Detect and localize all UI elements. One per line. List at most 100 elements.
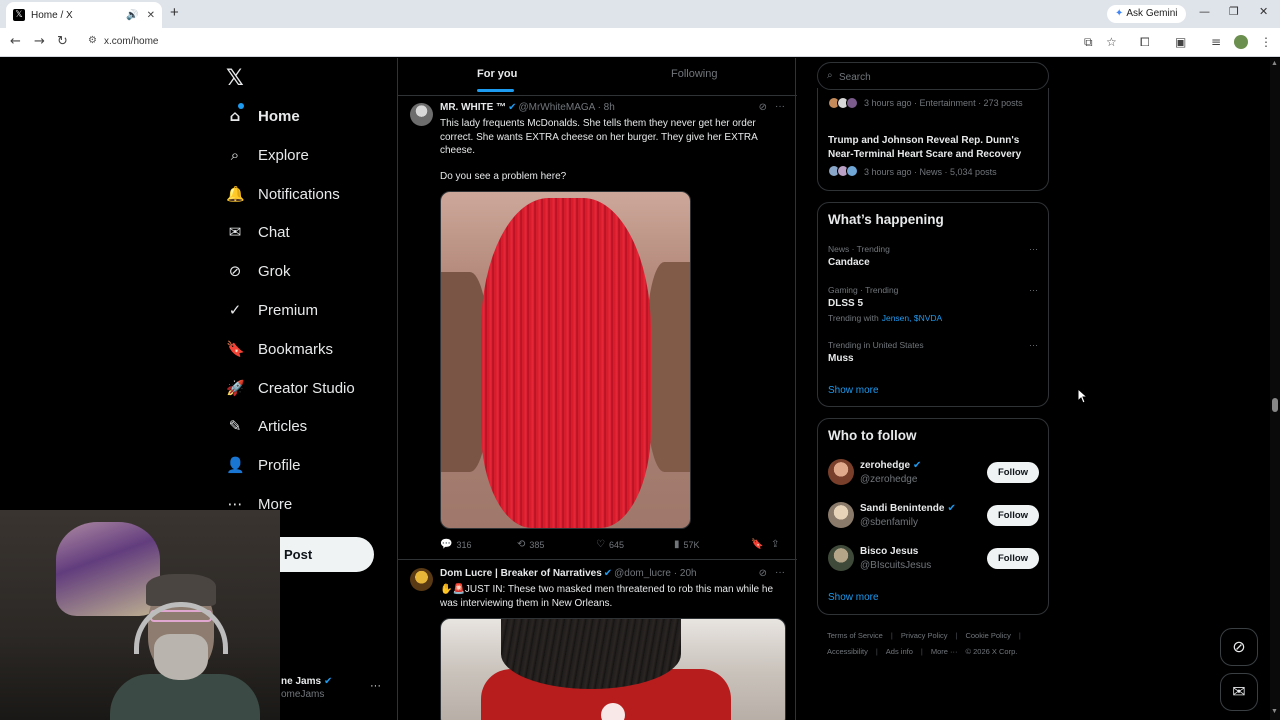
tweet[interactable]: MR. WHITE ™ ✔ @MrWhiteMAGA · 8h ⊘ ··· This… [398, 96, 797, 559]
trend-more-icon[interactable]: ··· [1029, 285, 1038, 295]
address-bar: ← → ↻ ⚙ x.com/home ⧉ ☆ ⧠ ▣ ≡ ⋮ [0, 28, 1280, 57]
tweet-video[interactable] [440, 618, 786, 720]
like-button[interactable]: ♡ 645 [596, 539, 624, 550]
browser-tab[interactable]: 𝕏 Home / X 🔊 ✕ [6, 2, 162, 28]
audio-icon[interactable]: 🔊 [126, 10, 138, 21]
scrollbar[interactable] [1270, 58, 1280, 720]
close-tab-icon[interactable]: ✕ [147, 10, 155, 21]
nav-articles[interactable]: ✎ Articles [226, 412, 307, 440]
tweet[interactable]: Dom Lucre | Breaker of Narratives ✔ @dom_l… [398, 560, 797, 720]
nav-chat[interactable]: ✉ Chat [226, 218, 290, 246]
messages-fab-icon[interactable]: ✉ [1220, 673, 1258, 711]
webcam-person-shirt [110, 674, 260, 720]
follow-button[interactable]: Follow [987, 462, 1039, 483]
nav-creator-studio[interactable]: 🚀 Creator Studio [226, 374, 355, 402]
avatar[interactable] [828, 459, 854, 485]
avatar[interactable] [410, 103, 433, 126]
nav-explore[interactable]: ⌕ Explore [226, 141, 309, 169]
share-button[interactable]: ⇪ [771, 539, 783, 550]
trend-name[interactable]: DLSS 5 [828, 298, 863, 309]
restore-icon[interactable]: ❐ [1229, 5, 1239, 18]
install-icon[interactable]: ⧉ [1084, 35, 1093, 50]
grok-fab-icon[interactable]: ⊘ [1220, 628, 1258, 666]
terms-link[interactable]: Terms of Service [827, 631, 883, 640]
grok-icon[interactable]: ⊘ [759, 102, 767, 113]
post-button[interactable]: Post [280, 537, 374, 572]
back-icon[interactable]: ← [10, 34, 21, 49]
timeline: For you Following MR. WHITE ™ ✔ @MrWhiteMA… [397, 58, 797, 720]
tweet-author-handle[interactable]: @dom_lucre [614, 568, 671, 579]
avatar[interactable] [828, 545, 854, 571]
tweet-time[interactable]: · 8h [598, 102, 615, 113]
ask-gemini-button[interactable]: ✦ Ask Gemini [1107, 5, 1186, 23]
trend-more-icon[interactable]: ··· [1029, 244, 1038, 254]
search-box[interactable]: ⌕ [817, 62, 1049, 90]
footer-links: Terms of Service | Privacy Policy | Cookie P… [827, 628, 1057, 660]
more-icon[interactable]: ··· [775, 101, 785, 112]
more-link[interactable]: More ··· [931, 647, 958, 656]
cookie-link[interactable]: Cookie Policy [965, 631, 1010, 640]
trend-name[interactable]: Candace [828, 257, 870, 268]
more-icon[interactable]: ··· [775, 567, 785, 578]
repost-button[interactable]: ⟲ 385 [517, 539, 544, 550]
news-title[interactable]: Trump and Johnson Reveal Rep. Dunn's Nea… [828, 134, 1040, 161]
follow-name[interactable]: zerohedge ✔ [860, 460, 921, 471]
tab-for-you[interactable]: For you [477, 68, 517, 80]
follow-button[interactable]: Follow [987, 505, 1039, 526]
scroll-down-icon[interactable]: ▼ [1271, 708, 1278, 715]
profile-icon[interactable] [1234, 35, 1248, 49]
x-logo-icon[interactable]: 𝕏 [226, 66, 244, 91]
tweet-actions: 💬 316 ⟲ 385 ♡ 645 ▮ 57K 🔖 ⇪ [440, 539, 785, 553]
views-button[interactable]: ▮ 57K [674, 539, 700, 550]
play-icon[interactable] [601, 703, 625, 720]
ads-info-link[interactable]: Ads info [886, 647, 913, 656]
reply-button[interactable]: 💬 316 [440, 539, 471, 550]
tweet-author-handle[interactable]: @MrWhiteMAGA [519, 102, 595, 113]
tab-following[interactable]: Following [671, 68, 717, 80]
account-name[interactable]: ne Jams ✔ [281, 676, 332, 687]
follow-name[interactable]: Bisco Jesus [860, 546, 918, 557]
scrollbar-thumb[interactable] [1272, 398, 1278, 412]
tweet-author-name[interactable]: MR. WHITE ™ [440, 102, 506, 113]
tweet-video[interactable] [440, 191, 691, 529]
nav-profile[interactable]: 👤 Profile [226, 451, 301, 479]
tweet-author-name[interactable]: Dom Lucre | Breaker of Narratives [440, 568, 602, 579]
menu-icon[interactable]: ⋮ [1260, 35, 1272, 49]
nav-notifications[interactable]: 🔔 Notifications [226, 180, 340, 208]
x-page: 𝕏 ⌂ Home ⌕ Explore 🔔 Notifications ✉ Cha… [0, 58, 1280, 720]
nav-home[interactable]: ⌂ Home [226, 102, 300, 130]
show-more-link[interactable]: Show more [828, 592, 879, 603]
search-input[interactable] [839, 69, 1029, 85]
heart-icon: ♡ [596, 539, 605, 550]
avatar[interactable] [410, 568, 433, 591]
grok-icon[interactable]: ⊘ [759, 568, 767, 579]
show-more-link[interactable]: Show more [828, 385, 879, 396]
avatar[interactable] [828, 502, 854, 528]
nav-grok[interactable]: ⊘ Grok [226, 257, 291, 285]
new-tab-button[interactable]: + [170, 4, 179, 21]
trend-with-link[interactable]: Jensen, $NVDA [882, 313, 942, 323]
close-window-icon[interactable]: ✕ [1259, 5, 1268, 18]
reload-icon[interactable]: ↻ [57, 34, 68, 49]
url-field[interactable]: x.com/home [104, 36, 158, 47]
extensions-icon[interactable]: ⧠ [1140, 35, 1150, 50]
site-info-icon[interactable]: ⚙ [88, 35, 97, 46]
trend-more-icon[interactable]: ··· [1029, 340, 1038, 350]
minimize-icon[interactable]: — [1199, 5, 1210, 18]
follow-name[interactable]: Sandi Benintende ✔ [860, 503, 956, 514]
account-more-icon[interactable]: ··· [370, 680, 381, 692]
media-icon[interactable]: ≡ [1211, 35, 1221, 49]
forward-icon[interactable]: → [34, 34, 45, 49]
scroll-up-icon[interactable]: ▲ [1271, 60, 1278, 67]
split-icon[interactable]: ▣ [1175, 35, 1186, 49]
star-icon[interactable]: ☆ [1106, 35, 1117, 49]
follow-button[interactable]: Follow [987, 548, 1039, 569]
copyright: © 2026 X Corp. [965, 647, 1018, 656]
privacy-link[interactable]: Privacy Policy [901, 631, 948, 640]
accessibility-link[interactable]: Accessibility [827, 647, 868, 656]
tweet-time[interactable]: · 20h [674, 568, 697, 579]
bookmark-button[interactable]: 🔖 [751, 539, 767, 550]
nav-premium[interactable]: ✓ Premium [226, 296, 318, 324]
nav-bookmarks[interactable]: 🔖 Bookmarks [226, 335, 333, 363]
trend-name[interactable]: Muss [828, 353, 854, 364]
